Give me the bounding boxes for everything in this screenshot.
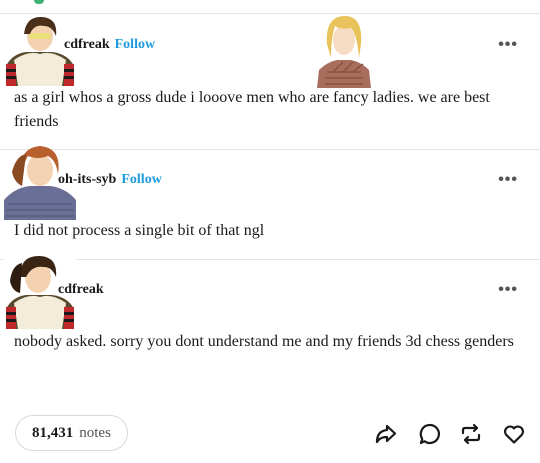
- reply-icon[interactable]: [416, 420, 444, 448]
- notes-count: 81,431: [32, 424, 74, 441]
- follow-button[interactable]: Follow: [121, 172, 161, 188]
- reblog-icon[interactable]: [457, 420, 485, 448]
- notes-label: notes: [79, 424, 111, 441]
- post-username[interactable]: oh-its-syb: [58, 172, 116, 188]
- previous-avatar-edge: [34, 0, 44, 4]
- post-divider: [0, 259, 540, 260]
- post-more-options-icon[interactable]: •••: [498, 36, 518, 54]
- share-icon[interactable]: [372, 420, 400, 448]
- post-more-options-icon[interactable]: •••: [498, 281, 518, 299]
- like-icon[interactable]: [500, 420, 528, 448]
- embedded-character-image: [313, 14, 375, 88]
- notes-button[interactable]: 81,431 notes: [15, 415, 128, 451]
- post-more-options-icon[interactable]: •••: [498, 171, 518, 189]
- post-body-text: as a girl whos a gross dude i looove men…: [14, 89, 490, 130]
- post-username[interactable]: cdfreak: [58, 282, 104, 298]
- follow-button[interactable]: Follow: [115, 37, 155, 53]
- post-body-text: I did not process a single bit of that n…: [14, 222, 265, 239]
- top-divider: [0, 13, 540, 14]
- post-body-text: nobody asked. sorry you dont understand …: [14, 333, 514, 350]
- post-username[interactable]: cdfreak: [64, 37, 110, 53]
- post-divider: [0, 149, 540, 150]
